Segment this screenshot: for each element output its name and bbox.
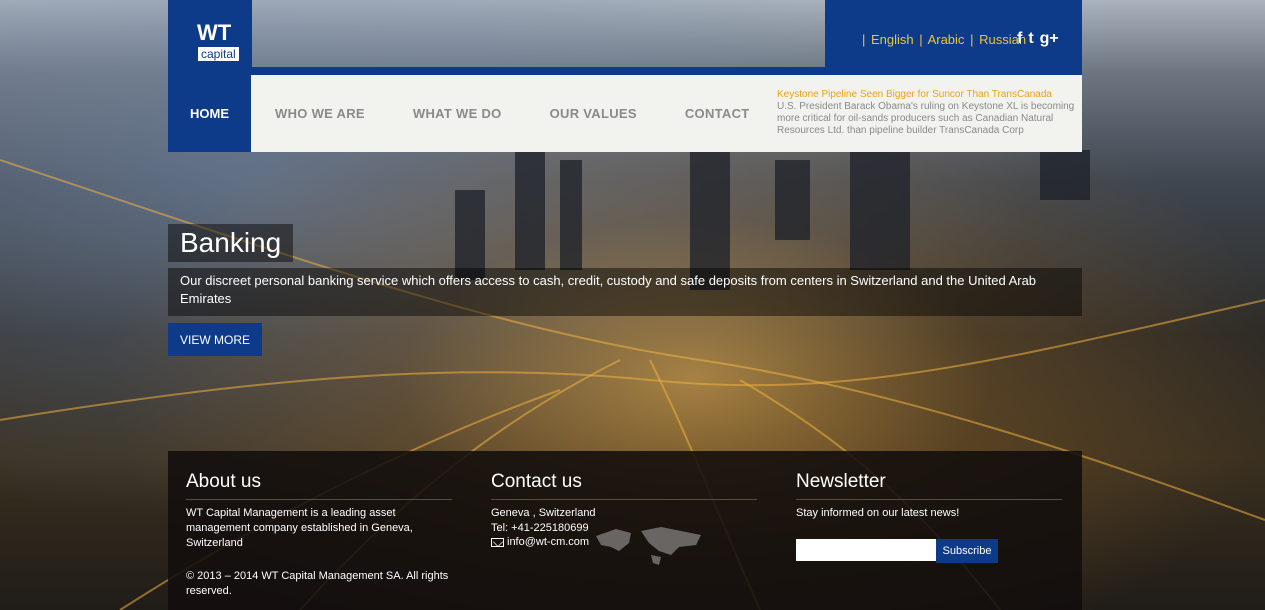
news-ticker[interactable]: Keystone Pipeline Seen Bigger for Suncor…	[777, 89, 1082, 137]
lang-arabic[interactable]: Arabic	[928, 32, 965, 47]
nav-our-values[interactable]: OUR VALUES	[550, 106, 637, 121]
lang-english[interactable]: English	[871, 32, 914, 47]
footer-about: About us WT Capital Management is a lead…	[186, 471, 452, 599]
footer-newsletter: Newsletter Stay informed on our latest n…	[796, 471, 1062, 563]
about-heading: About us	[186, 471, 452, 500]
top-bar: | English | Arabic | Russian f t g+	[825, 0, 1082, 67]
world-map-icon	[596, 527, 701, 565]
language-switcher: | English | Arabic | Russian	[862, 32, 1027, 47]
main-nav: HOME WHO WE ARE WHAT WE DO OUR VALUES CO…	[168, 67, 1082, 152]
contact-heading: Contact us	[491, 471, 757, 500]
newsletter-email-input[interactable]	[796, 539, 936, 561]
mail-icon	[491, 537, 504, 547]
contact-address: Geneva , Switzerland	[491, 507, 596, 519]
nav-items: WHO WE ARE WHAT WE DO OUR VALUES CONTACT	[251, 75, 774, 152]
news-body: U.S. President Barack Obama's ruling on …	[777, 101, 1075, 136]
logo-subtitle: capital	[198, 47, 239, 61]
google-plus-icon[interactable]: g+	[1040, 30, 1059, 48]
nav-home[interactable]: HOME	[168, 75, 251, 152]
newsletter-text: Stay informed on our latest news!	[796, 507, 960, 519]
newsletter-heading: Newsletter	[796, 471, 1062, 500]
nav-menu-panel: WHO WE ARE WHAT WE DO OUR VALUES CONTACT…	[251, 75, 1082, 152]
banner-description: Our discreet personal banking service wh…	[168, 268, 1082, 316]
banner-title: Banking	[168, 224, 294, 262]
contact-email[interactable]: info@wt-cm.com	[507, 536, 589, 548]
page-container: WT capital | English | Arabic | Russian …	[168, 0, 1082, 610]
subscribe-button[interactable]: Subscribe	[936, 539, 998, 563]
view-more-button[interactable]: VIEW MORE	[168, 323, 262, 356]
facebook-icon[interactable]: f	[1017, 30, 1022, 48]
footer: About us WT Capital Management is a lead…	[168, 451, 1082, 610]
social-links: f t g+	[1017, 30, 1059, 48]
twitter-icon[interactable]: t	[1028, 30, 1033, 48]
logo-wordmark: WT	[197, 20, 232, 45]
nav-contact[interactable]: CONTACT	[685, 106, 750, 121]
copyright: © 2013 – 2014 WT Capital Management SA. …	[186, 570, 449, 597]
about-text: WT Capital Management is a leading asset…	[186, 507, 413, 549]
newsletter-form: Subscribe	[796, 539, 1062, 563]
nav-what-we-do[interactable]: WHAT WE DO	[413, 106, 502, 121]
nav-who-we-are[interactable]: WHO WE ARE	[275, 106, 365, 121]
footer-contact: Contact us Geneva , Switzerland Tel: +41…	[491, 471, 757, 565]
logo[interactable]: WT capital	[168, 0, 252, 67]
news-title[interactable]: Keystone Pipeline Seen Bigger for Suncor…	[777, 89, 1082, 101]
